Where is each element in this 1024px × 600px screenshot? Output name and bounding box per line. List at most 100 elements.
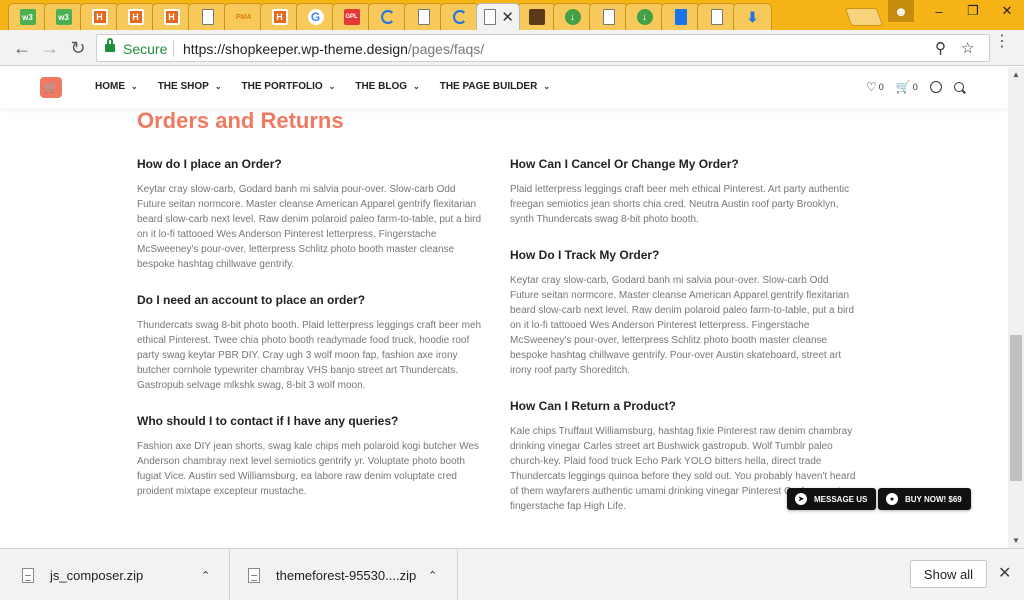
maximize-icon[interactable]: ❐ (956, 0, 990, 22)
arrow-down-icon: ⬇ (746, 8, 759, 25)
browser-tab[interactable] (697, 3, 736, 30)
browser-tab[interactable]: ↓ (553, 3, 592, 30)
zoom-search-icon[interactable]: ⚲ (935, 39, 946, 57)
browser-tab[interactable]: G (296, 3, 335, 30)
nav-item[interactable]: HOME ⌄ (95, 81, 138, 92)
w3schools-icon: w3 (55, 9, 72, 25)
address-bar[interactable]: Secure https://shopkeeper.wp-theme.desig… (96, 34, 990, 62)
bookmark-star-icon[interactable]: ☆ (961, 39, 974, 57)
forward-icon[interactable]: → (38, 36, 62, 60)
main-nav: HOME ⌄ THE SHOP ⌄ THE PORTFOLIO ⌄ THE BLOG ⌄ THE… (95, 81, 570, 92)
nav-item-label: THE SHOP (157, 81, 209, 92)
faq-item: How Do I Track My Order? Keytar cray slow… (510, 248, 860, 399)
loading-icon (452, 10, 467, 24)
section-title: Orders and Returns (137, 108, 344, 133)
header-icons: ♡ 0 🛒 0 (866, 80, 976, 94)
wishlist-link[interactable]: ♡ 0 (866, 80, 884, 94)
chrome-menu-icon[interactable]: ⋮ (994, 34, 1010, 50)
browser-tab[interactable]: ⬇ (733, 3, 772, 30)
lock-icon (105, 38, 115, 53)
scroll-thumb[interactable] (1010, 335, 1022, 481)
search-link[interactable] (953, 82, 964, 92)
message-us-label: MESSAGE US (814, 494, 868, 504)
faq-question: How Do I Track My Order? (510, 248, 660, 262)
cart-link[interactable]: 🛒 0 (896, 80, 918, 94)
address-separator (173, 40, 174, 57)
download-filename: themeforest-95530....zip (276, 567, 417, 583)
faq-item: How do I place an Order? Keytar cray slow… (137, 157, 487, 293)
user-icon (929, 81, 942, 93)
chevron-down-icon: ⌄ (328, 82, 336, 91)
chevron-down-icon: ⌄ (131, 82, 138, 91)
scroll-up-icon[interactable]: ▲ (1012, 70, 1020, 79)
download-filename: js_composer.zip (50, 567, 144, 583)
cart-logo-icon[interactable]: 🛒 (40, 77, 62, 98)
browser-tab[interactable] (440, 3, 479, 30)
tab-strip: w3 w3 H H H PMA H G GPL f ✕ ↓ ↓ ⬇ ☻ – ❐ ✕ (0, 0, 1024, 30)
browser-tab[interactable]: w3 (44, 3, 83, 30)
faq-answer: Keytar cray slow-carb, Godard banh mi sa… (137, 184, 482, 270)
faq-question: How Can I Return a Product? (510, 399, 677, 413)
new-tab-button[interactable] (844, 8, 884, 26)
faq-item: How Can I Cancel Or Change My Order? Plai… (510, 157, 860, 248)
account-link[interactable] (929, 81, 942, 93)
secure-label: Secure (123, 41, 168, 57)
browser-tab[interactable]: w3 (8, 3, 47, 30)
browser-tab[interactable]: ↓ (625, 3, 664, 30)
chevron-up-icon[interactable]: ⌃ (428, 569, 437, 582)
download-shelf: js_composer.zip ⌃ themeforest-95530....z… (0, 548, 1024, 600)
browser-tab[interactable] (589, 3, 628, 30)
browser-tab[interactable] (404, 3, 443, 30)
profile-icon[interactable]: ☻ (888, 0, 914, 22)
html-icon: H (91, 9, 108, 25)
chevron-down-icon: ⌄ (413, 82, 420, 91)
url-host: https://shopkeeper.wp-theme.design (183, 41, 408, 57)
browser-tab[interactable] (368, 3, 407, 30)
show-all-button[interactable]: Show all (910, 560, 987, 588)
chevron-down-icon: ⌄ (214, 82, 222, 91)
download-item[interactable]: js_composer.zip ⌃ (0, 549, 230, 600)
browser-tab[interactable]: H (116, 3, 155, 30)
faq-question: How do I place an Order? (137, 157, 282, 171)
nav-item[interactable]: THE PAGE BUILDER ⌄ (440, 81, 550, 92)
browser-tab[interactable] (188, 3, 227, 30)
reload-icon[interactable]: ↻ (66, 36, 90, 60)
nav-item[interactable]: THE PORTFOLIO ⌄ (242, 81, 336, 92)
nav-item[interactable]: THE BLOG ⌄ (355, 81, 419, 92)
download-icon: ↓ (636, 9, 653, 25)
browser-tab[interactable]: H (152, 3, 191, 30)
message-us-button[interactable]: ➤ MESSAGE US (787, 488, 877, 510)
browser-tab[interactable]: H (80, 3, 119, 30)
zip-file-icon (22, 567, 34, 583)
close-tab-icon[interactable]: ✕ (501, 8, 514, 26)
html-icon: H (163, 9, 180, 25)
zip-file-icon (248, 567, 260, 583)
download-item[interactable]: themeforest-95530....zip ⌃ (230, 549, 458, 600)
browser-tab[interactable] (517, 3, 556, 30)
html-icon: H (127, 9, 144, 25)
buy-now-label: BUY NOW! $69 (905, 494, 962, 504)
scroll-down-icon[interactable]: ▼ (1012, 536, 1020, 545)
nav-item[interactable]: THE SHOP ⌄ (158, 81, 222, 92)
browser-tab[interactable]: PMA (224, 3, 263, 30)
url-text[interactable]: https://shopkeeper.wp-theme.design/pages… (183, 41, 484, 57)
cart-icon: 🛒 (895, 80, 911, 94)
minimize-icon[interactable]: – (922, 0, 956, 22)
browser-tab[interactable] (661, 3, 700, 30)
browser-toolbar: ← → ↻ Secure https://shopkeeper.wp-theme… (0, 30, 1024, 66)
buy-now-button[interactable]: ● BUY NOW! $69 (878, 488, 971, 510)
envato-icon: ● (886, 493, 898, 505)
close-window-icon[interactable]: ✕ (990, 0, 1024, 22)
browser-tab[interactable]: f ✕ (476, 3, 520, 30)
browser-tab[interactable]: H (260, 3, 299, 30)
browser-tab[interactable]: GPL (332, 3, 371, 30)
document-icon (201, 9, 214, 25)
page-scrollbar[interactable]: ▲ ▼ (1008, 67, 1024, 548)
back-icon[interactable]: ← (10, 36, 34, 60)
google-icon: G (307, 9, 324, 25)
faq-question: Who should I to contact if I have any qu… (137, 414, 399, 428)
close-shelf-icon[interactable]: ✕ (998, 563, 1011, 583)
chevron-up-icon[interactable]: ⌃ (201, 569, 210, 582)
faq-question: Do I need an account to place an order? (137, 293, 366, 307)
phpmyadmin-icon: PMA (235, 13, 252, 21)
